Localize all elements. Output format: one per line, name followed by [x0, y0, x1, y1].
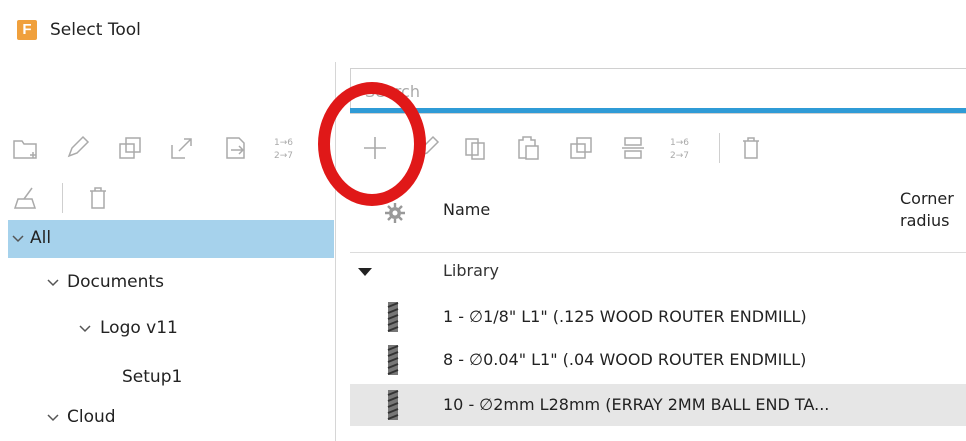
chevron-down-icon[interactable] — [78, 322, 92, 336]
corner-radius-line1: Corner — [900, 189, 954, 208]
delete-icon[interactable] — [736, 133, 766, 163]
gear-icon[interactable] — [384, 202, 406, 224]
table-row[interactable]: 10 - ∅2mm L28mm (ERRAY 2MM BALL END TA..… — [350, 384, 966, 426]
tree-item-logo[interactable]: Logo v11 — [8, 310, 334, 348]
new-folder-icon[interactable] — [10, 133, 40, 163]
export-icon[interactable] — [167, 133, 197, 163]
search-focus-underline — [350, 108, 966, 113]
table-row[interactable]: 8 - ∅0.04" L1" (.04 WOOD ROUTER ENDMILL) — [350, 339, 966, 381]
column-header-corner-radius[interactable]: Corner radius — [900, 188, 954, 232]
toolbar-separator — [719, 133, 720, 163]
renumber-icon[interactable]: 1→6 2→7 — [272, 133, 302, 163]
collapse-triangle-icon[interactable] — [358, 268, 372, 276]
clean-icon[interactable] — [10, 183, 40, 213]
endmill-icon — [387, 390, 399, 420]
duplicate-icon[interactable] — [566, 133, 596, 163]
paste-icon[interactable] — [513, 133, 543, 163]
search-input[interactable] — [363, 77, 927, 105]
renumber-top-text: 1→6 — [670, 138, 689, 148]
endmill-icon — [387, 302, 399, 332]
copy-icon[interactable] — [460, 133, 490, 163]
tool-name: 10 - ∅2mm L28mm (ERRAY 2MM BALL END TA..… — [443, 395, 830, 414]
chevron-down-icon[interactable] — [46, 276, 60, 290]
renumber-top-text: 1→6 — [274, 138, 293, 148]
window-title: Select Tool — [50, 20, 141, 40]
endmill-icon — [387, 345, 399, 375]
duplicate-icon[interactable] — [115, 133, 145, 163]
tree-item-label: Documents — [67, 272, 164, 292]
library-group-row[interactable]: Library — [350, 253, 966, 291]
annotation-circle — [318, 82, 426, 206]
column-header: Name Corner radius — [350, 170, 966, 253]
chevron-down-icon[interactable] — [46, 411, 60, 425]
tool-name: 1 - ∅1/8" L1" (.125 WOOD ROUTER ENDMILL) — [443, 307, 807, 326]
corner-radius-line2: radius — [900, 211, 950, 230]
edit-icon[interactable] — [62, 133, 92, 163]
table-row[interactable]: 1 - ∅1/8" L1" (.125 WOOD ROUTER ENDMILL) — [350, 296, 966, 338]
tree-item-setup[interactable]: Setup1 — [8, 359, 334, 397]
toolbar-separator — [62, 183, 63, 213]
tool-toolbar: 1→6 2→7 — [350, 128, 966, 168]
tree-item-label: All — [30, 228, 52, 248]
column-header-name[interactable]: Name — [443, 200, 490, 219]
tree-item-cloud[interactable]: Cloud — [8, 399, 334, 437]
renumber-bottom-text: 2→7 — [274, 151, 293, 161]
chevron-down-icon[interactable] — [11, 232, 25, 246]
holder-icon[interactable] — [618, 133, 648, 163]
app-logo-icon: F — [17, 20, 37, 40]
renumber-icon[interactable]: 1→6 2→7 — [668, 133, 698, 163]
tree-item-label: Logo v11 — [100, 318, 178, 338]
left-toolbar: 1→6 2→7 — [0, 128, 336, 168]
tree-item-all[interactable]: All — [8, 220, 334, 258]
tree-item-documents[interactable]: Documents — [8, 264, 334, 302]
tree-item-label: Setup1 — [122, 367, 183, 387]
left-toolbar-row2 — [0, 178, 336, 218]
tree-item-label: Cloud — [67, 407, 116, 427]
title-bar: F Select Tool — [0, 0, 966, 62]
tool-name: 8 - ∅0.04" L1" (.04 WOOD ROUTER ENDMILL) — [443, 350, 807, 369]
library-label: Library — [443, 261, 499, 280]
delete-icon[interactable] — [83, 183, 113, 213]
import-icon[interactable] — [220, 133, 250, 163]
renumber-bottom-text: 2→7 — [670, 151, 689, 161]
